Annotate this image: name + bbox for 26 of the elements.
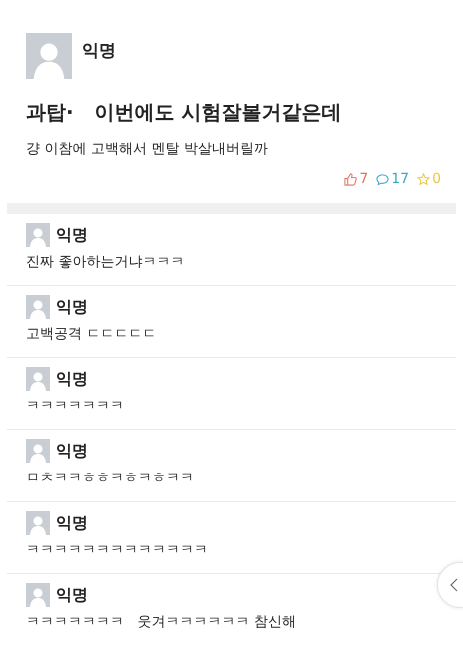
comment-author: 익명 xyxy=(56,584,88,606)
post-title: 과탑· 이번에도 시험잘볼거같은데 xyxy=(26,99,342,126)
author-name: 익명 xyxy=(82,40,116,62)
comment-author: 익명 xyxy=(56,440,88,462)
comment-author: 익명 xyxy=(56,296,88,318)
avatar-icon xyxy=(26,511,50,535)
comment-author: 익명 xyxy=(56,368,88,390)
avatar-icon xyxy=(26,367,50,391)
comment-text: 고백공격 ㄷㄷㄷㄷㄷ xyxy=(26,325,158,343)
comment-text: ㅋㅋㅋㅋㅋㅋㅋ xyxy=(26,397,125,415)
comment-author: 익명 xyxy=(56,512,88,534)
comment-author: 익명 xyxy=(56,224,88,246)
avatar-icon xyxy=(26,33,72,79)
comment-text: ㅋㅋㅋㅋㅋㅋㅋ 웃겨ㅋㅋㅋㅋㅋㅋ 참신해 xyxy=(26,613,297,631)
avatar-icon xyxy=(26,583,50,607)
comment-text: 진짜 좋아하는거냐ㅋㅋㅋ xyxy=(26,253,186,271)
comment-text: ㅁㅊㅋㅋㅎㅎㅋㅎㅋㅎㅋㅋ xyxy=(26,469,195,487)
avatar-icon xyxy=(26,295,50,319)
post-body: 걍 이참에 고백해서 멘탈 박살내버릴까 xyxy=(26,140,269,158)
avatar-icon xyxy=(26,439,50,463)
comment-text: ㅋㅋㅋㅋㅋㅋㅋㅋㅋㅋㅋㅋㅋ xyxy=(26,541,209,559)
scrap-count: 0 xyxy=(432,171,441,187)
like-count: 7 xyxy=(359,171,368,187)
comment-count: 17 xyxy=(391,171,410,187)
avatar-icon xyxy=(26,223,50,247)
chevron-left-icon xyxy=(450,578,458,592)
